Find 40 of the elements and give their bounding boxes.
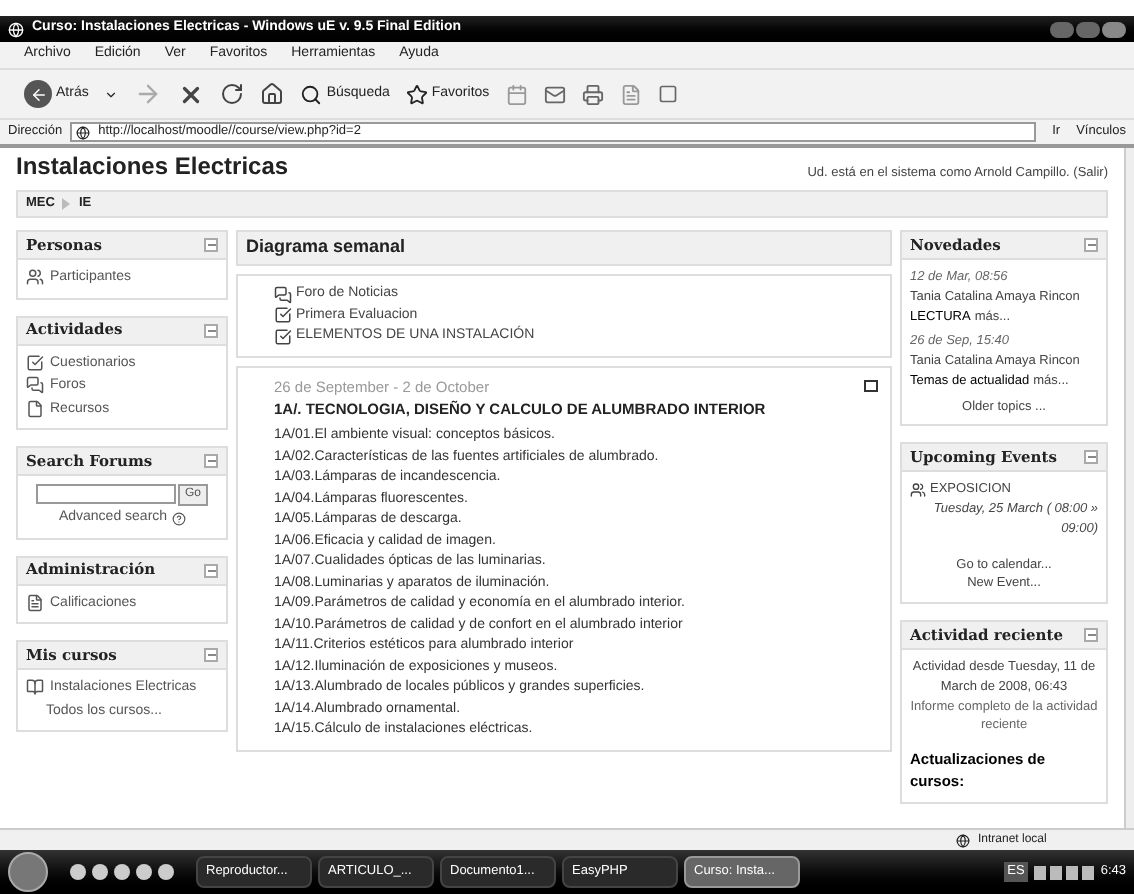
highlight-icon[interactable] [864, 379, 878, 391]
people-icon [26, 268, 44, 286]
chat-icon [274, 285, 292, 304]
separator-icon [62, 198, 71, 210]
collapse-icon[interactable] [204, 323, 218, 337]
back-arrow-icon [29, 85, 47, 103]
collapse-icon[interactable] [1084, 450, 1098, 465]
collapse-icon[interactable] [204, 648, 218, 662]
people-icon [910, 482, 926, 499]
star-icon [405, 83, 428, 105]
caret-icon[interactable] [104, 87, 119, 101]
collapse-icon[interactable] [1084, 628, 1098, 642]
search-icon [300, 83, 323, 105]
mail-icon[interactable] [543, 83, 566, 105]
help-icon[interactable] [171, 511, 186, 526]
course-heading: Instalaciones Electricas [16, 150, 289, 184]
section-title: Diagrama semanal [246, 234, 406, 261]
chat-icon [26, 376, 44, 394]
start-button[interactable] [8, 852, 48, 892]
home-icon[interactable] [260, 82, 285, 106]
search-field[interactable] [36, 484, 177, 504]
window-controls-icon[interactable] [1050, 21, 1126, 37]
collapse-icon[interactable] [1084, 238, 1098, 252]
collapse-icon[interactable] [204, 563, 218, 577]
checkbox-document-icon [274, 306, 292, 325]
note-icon[interactable] [657, 84, 678, 104]
edit-icon[interactable] [619, 83, 642, 105]
collapse-icon[interactable] [204, 454, 218, 468]
refresh-icon[interactable] [220, 82, 245, 106]
checkbox-document-icon [274, 327, 292, 346]
tray-icons[interactable] [1034, 865, 1095, 879]
print-icon[interactable] [581, 83, 604, 105]
browser-icon [8, 21, 24, 37]
document-icon [26, 399, 44, 417]
checkbox-document-icon [26, 353, 44, 371]
stop-icon[interactable] [178, 81, 205, 107]
page-icon [76, 125, 91, 139]
history-icon[interactable] [505, 83, 528, 105]
collapse-icon[interactable] [204, 238, 218, 252]
network-icon [956, 833, 970, 847]
